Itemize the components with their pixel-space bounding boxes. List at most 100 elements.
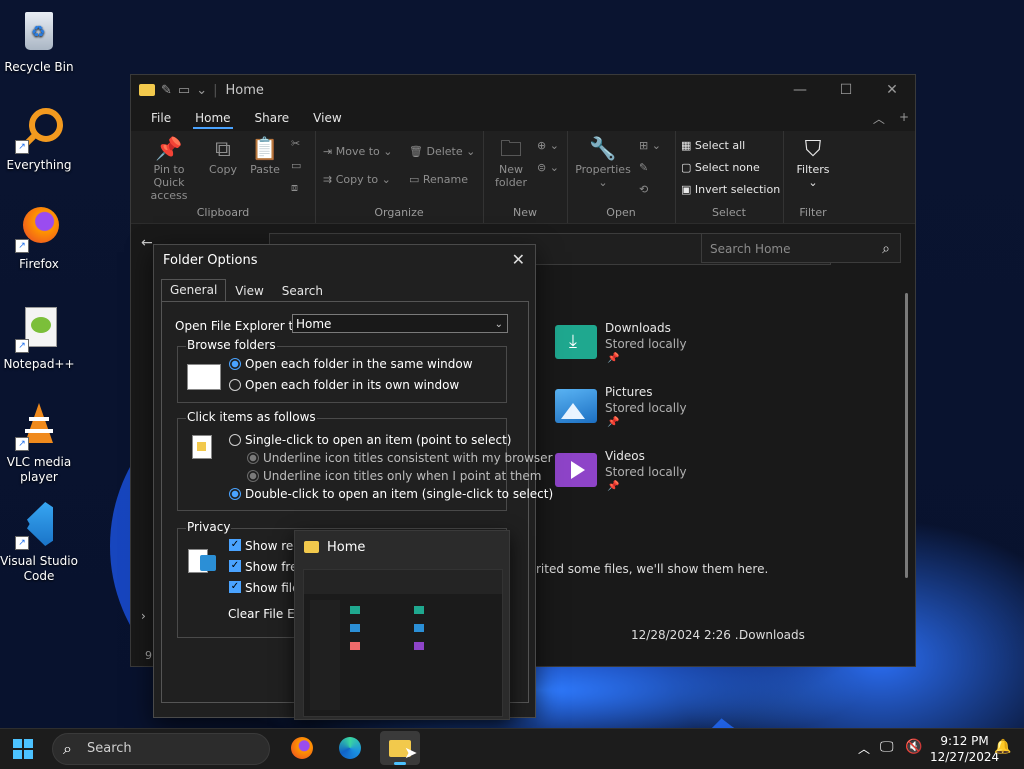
single-click-radio[interactable]: Single-click to open an item (point to s… [229,433,511,447]
select-all-button[interactable]: ▦ Select all [681,139,745,152]
dialog-title: Folder Options [163,253,258,268]
volume-icon[interactable]: 🔇 [905,739,922,755]
group-label: Select [712,206,746,219]
show-hidden-icons-chevron-icon[interactable]: ︿ [858,740,870,757]
delete-button[interactable]: 🗑 Delete ⌄ [409,145,475,158]
open-explorer-select[interactable]: Home ⌄ [292,314,508,333]
paste-shortcut-icon[interactable]: ⧈ [291,181,298,195]
taskbar-search[interactable]: ⌕ Search [52,733,270,765]
chevron-down-icon[interactable]: ⌄ [196,83,207,98]
tab-file[interactable]: File [139,105,183,131]
chevron-down-icon: ⌄ [494,319,503,330]
underline-browser-radio[interactable]: Underline icon titles consistent with my… [247,451,553,465]
everything-search-icon: ↗ [15,106,63,154]
copy-button[interactable]: ⧉ Copy [207,137,239,176]
open-own-window-radio[interactable]: Open each folder in its own window [229,378,459,392]
folder-pictures[interactable]: Pictures Stored locally 📌 [555,385,855,435]
back-icon[interactable]: ← [141,235,153,251]
taskbar-file-explorer[interactable]: ➤ [380,731,420,765]
paste-button[interactable]: 📋 Paste [249,137,281,176]
privacy-title: Privacy [186,520,232,534]
group-clipboard: 📌 Pin to Quick access ⧉ Copy 📋 Paste ✂ ▭… [131,131,316,223]
tab-share[interactable]: Share [243,105,302,131]
taskbar-thumbnail-preview[interactable]: Home [294,530,510,720]
group-label: Organize [374,206,424,219]
taskbar-edge[interactable] [330,731,370,765]
properties-button[interactable]: 🔧 Properties ⌄ [575,137,631,189]
minimize-button[interactable]: — [777,82,823,98]
browse-folders-illustration-icon [187,364,221,390]
vertical-scrollbar[interactable] [905,293,908,578]
click-items-group: Click items as follows Single-click to o… [177,410,553,511]
vscode-icon: ↗ [15,502,63,550]
notifications-icon[interactable]: 🔔 [994,739,1011,755]
close-icon[interactable]: ✕ [512,250,525,269]
search-input[interactable]: Search Home ⌕ [701,233,901,263]
select-none-button[interactable]: ▢ Select none [681,161,760,174]
easy-access-icon[interactable]: ⊜ ⌄ [537,161,559,174]
tab-view[interactable]: View [301,105,353,131]
pin-icon: 📌 [155,137,183,162]
rename-button[interactable]: ▭ Rename [409,173,468,186]
dialog-tabs: General View Search [161,279,332,302]
add-icon[interactable]: + [899,110,909,127]
invert-selection-icon: ▣ [681,183,692,196]
underline-point-radio[interactable]: Underline icon titles only when I point … [247,469,541,483]
desktop-icon-everything[interactable]: ↗ Everything [0,106,78,173]
desktop-icon-label: VLC media player [6,455,72,484]
folder-downloads[interactable]: ⤓ Downloads Stored locally 📌 [555,321,855,371]
desktop-icon-vscode[interactable]: ↗ Visual Studio Code [0,502,78,584]
copy-path-icon[interactable]: ▭ [291,159,301,172]
close-button[interactable]: ✕ [869,82,915,98]
group-filter: ⛉ Filters ⌄ Filter [783,131,843,223]
history-icon[interactable]: ⟲ [639,183,648,196]
quick-access-toolbar: ✎ ▭ ⌄ | [131,83,218,98]
desktop-icon-recycle-bin[interactable]: ♻ Recycle Bin [0,8,78,75]
copy-to-button[interactable]: ⇉ Copy to ⌄ [323,173,391,186]
paste-icon: 📋 [251,137,279,162]
new-folder-button[interactable]: 🗀 New folder [491,137,531,189]
pin-icon: 📌 [607,417,620,428]
open-explorer-label: Open File Explorer to: [175,319,305,333]
double-click-radio[interactable]: Double-click to open an item (single-cli… [229,487,553,501]
folder-videos[interactable]: Videos Stored locally 📌 [555,449,855,499]
select-none-icon: ▢ [681,161,692,174]
taskbar-firefox[interactable] [282,731,322,765]
mouse-cursor-icon: ➤ [404,743,418,762]
maximize-button[interactable]: ☐ [823,82,869,98]
pin-to-quick-access-button[interactable]: 📌 Pin to Quick access [137,137,201,202]
desktop-icon-firefox[interactable]: ↗ Firefox [0,205,78,272]
select-all-icon: ▦ [681,139,692,152]
group-label: New [513,206,537,219]
invert-selection-button[interactable]: ▣ Invert selection [681,183,780,196]
tab-view[interactable]: View [226,280,272,302]
start-button[interactable] [13,739,33,759]
cut-icon[interactable]: ✂ [291,137,300,150]
network-icon[interactable]: 🖵 [880,739,894,755]
properties-icon[interactable]: ✎ [161,83,172,98]
browse-folders-group: Browse folders Open each folder in the s… [177,338,507,403]
new-folder-icon[interactable]: ▭ [178,83,190,98]
move-to-button[interactable]: ⇥ Move to ⌄ [323,145,392,158]
desktop-icon-label: Notepad++ [3,357,75,371]
filters-button[interactable]: ⛉ Filters ⌄ [791,137,835,189]
open-same-window-radio[interactable]: Open each folder in the same window [229,357,473,371]
privacy-illustration-icon [188,545,218,575]
collapse-ribbon-icon[interactable]: ︿ [873,110,885,127]
tab-general[interactable]: General [161,279,227,301]
open-icon[interactable]: ⊞ ⌄ [639,139,661,152]
explorer-titlebar: ✎ ▭ ⌄ | Home — ☐ ✕ [131,75,915,105]
system-clock[interactable]: 9:12 PM 12/27/2024 [930,733,999,765]
tab-search[interactable]: Search [273,280,332,302]
new-item-icon[interactable]: ⊕ ⌄ [537,139,559,152]
edit-icon[interactable]: ✎ [639,161,648,174]
browse-folders-title: Browse folders [186,338,277,352]
favorites-empty-message: rited some files, we'll show them here. [536,562,769,576]
nav-expand-icon[interactable]: › [141,609,146,623]
tab-home[interactable]: Home [183,105,242,131]
thumbnail-title: Home [327,540,366,555]
taskbar: ⌕ Search ➤ ︿ 🖵 🔇 9:12 PM 12/27/2024 🔔 [0,728,1024,769]
desktop-icon-notepadpp[interactable]: ↗ Notepad++ [0,305,78,372]
notepad-plus-plus-icon: ↗ [15,305,63,353]
desktop-icon-vlc[interactable]: ↗ VLC media player [0,403,78,485]
